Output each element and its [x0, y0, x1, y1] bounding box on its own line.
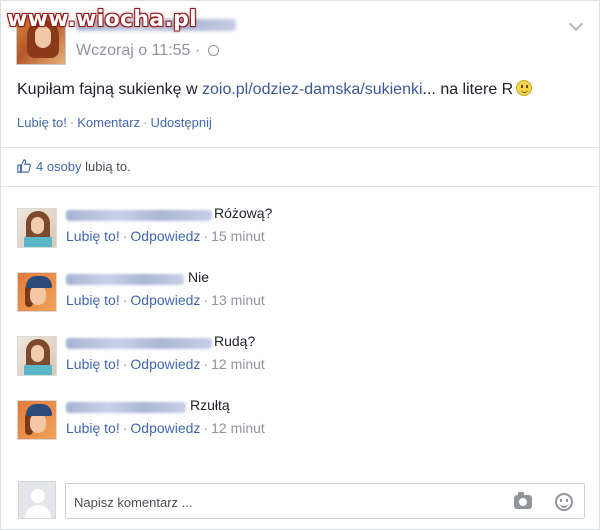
comment-time[interactable]: 12 minut	[211, 420, 265, 436]
site-watermark: www.wiocha.pl	[7, 7, 197, 32]
comment-like-link[interactable]: Lubię to!	[66, 228, 120, 244]
likes-count-link[interactable]: 4 osoby	[36, 159, 82, 174]
time-separator: ·	[194, 42, 201, 59]
post-time-text[interactable]: Wczoraj o 11:55	[76, 42, 190, 59]
commenter-avatar[interactable]	[17, 208, 57, 248]
comment-item: Rudą? Lubię to! · Odpowiedz · 12 minut	[17, 333, 587, 380]
globe-icon	[207, 45, 219, 56]
commenter-avatar[interactable]	[17, 400, 57, 440]
comment-time[interactable]: 12 minut	[211, 356, 265, 372]
post-link[interactable]: zoio.pl/odziez-damska/sukienki	[202, 81, 423, 98]
comment-composer[interactable]	[65, 483, 585, 519]
commenter-name-blurred[interactable]	[66, 274, 184, 285]
comment-time[interactable]: 13 minut	[211, 292, 265, 308]
comment-like-link[interactable]: Lubię to!	[66, 420, 120, 436]
comment-text: Różową?	[214, 205, 273, 221]
post-actions: Lubię to! · Komentarz · Udostępnij	[17, 115, 212, 130]
comment-text: Rzułtą	[190, 397, 230, 413]
comment-item: Nie Lubię to! · Odpowiedz · 13 minut	[17, 269, 587, 316]
action-separator: ·	[143, 115, 148, 130]
commenter-name-blurred[interactable]	[66, 402, 186, 413]
comment-input[interactable]	[74, 492, 494, 512]
comment-time[interactable]: 15 minut	[211, 228, 265, 244]
meta-separator: ·	[122, 292, 128, 308]
post-message: Kupiłam fajną sukienkę w zoio.pl/odziez-…	[17, 80, 533, 99]
comment-text: Rudą?	[214, 333, 256, 349]
comment-like-link[interactable]: Lubię to!	[66, 292, 120, 308]
divider	[1, 186, 600, 187]
commenter-avatar[interactable]	[17, 272, 57, 312]
likes-summary: 4 osoby lubią to.	[17, 159, 131, 174]
commenter-avatar[interactable]	[17, 336, 57, 376]
commenter-name-blurred[interactable]	[66, 338, 212, 349]
camera-icon[interactable]	[514, 492, 532, 509]
comment-reply-link[interactable]: Odpowiedz	[130, 420, 200, 436]
comment-meta: Lubię to! · Odpowiedz · 12 minut	[66, 420, 265, 436]
meta-separator: ·	[203, 356, 209, 372]
meta-separator: ·	[203, 420, 209, 436]
comment-meta: Lubię to! · Odpowiedz · 15 minut	[66, 228, 265, 244]
post-card: www.wiocha.pl Wczoraj o 11:55 · Kupiłam …	[0, 0, 600, 530]
comment-button[interactable]: Komentarz	[77, 115, 140, 130]
meta-separator: ·	[122, 228, 128, 244]
post-timestamp[interactable]: Wczoraj o 11:55 ·	[76, 42, 219, 60]
comment-like-link[interactable]: Lubię to!	[66, 356, 120, 372]
post-text-after: ... na litere R	[422, 81, 514, 98]
post-text-before: Kupiłam fajną sukienkę w	[17, 81, 202, 98]
comment-reply-link[interactable]: Odpowiedz	[130, 356, 200, 372]
smiley-emoji-icon	[516, 80, 533, 96]
commenter-name-blurred[interactable]	[66, 210, 212, 221]
like-button[interactable]: Lubię to!	[17, 115, 67, 130]
meta-separator: ·	[122, 356, 128, 372]
meta-separator: ·	[122, 420, 128, 436]
action-separator: ·	[69, 115, 75, 130]
meta-separator: ·	[203, 228, 209, 244]
meta-separator: ·	[203, 292, 209, 308]
comment-reply-link[interactable]: Odpowiedz	[130, 228, 200, 244]
likes-text: lubią to.	[85, 159, 131, 174]
share-button[interactable]: Udostępnij	[150, 115, 211, 130]
comment-item: Różową? Lubię to! · Odpowiedz · 15 minut	[17, 205, 587, 252]
thumbs-up-icon	[17, 159, 31, 173]
chevron-down-icon[interactable]	[568, 16, 584, 32]
current-user-avatar	[18, 481, 56, 519]
emoji-icon[interactable]	[555, 493, 573, 511]
divider	[1, 147, 600, 148]
comment-text: Nie	[188, 269, 210, 285]
comment-reply-link[interactable]: Odpowiedz	[130, 292, 200, 308]
comment-meta: Lubię to! · Odpowiedz · 12 minut	[66, 356, 265, 372]
comment-meta: Lubię to! · Odpowiedz · 13 minut	[66, 292, 265, 308]
comment-item: Rzułtą Lubię to! · Odpowiedz · 12 minut	[17, 397, 587, 444]
